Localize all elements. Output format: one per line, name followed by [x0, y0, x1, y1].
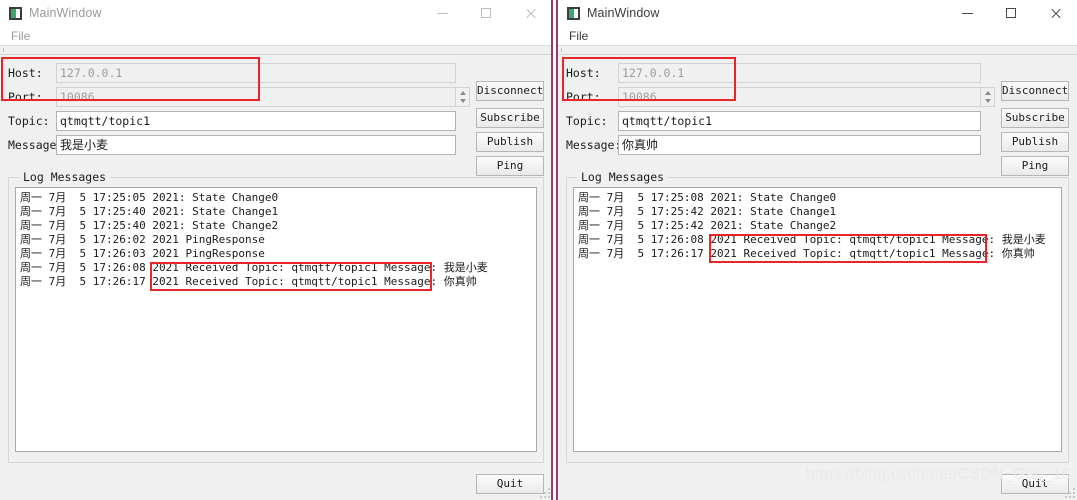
- port-row: Port: 10086: [8, 86, 544, 107]
- host-input[interactable]: 127.0.0.1: [56, 62, 456, 83]
- port-input[interactable]: 10086: [618, 86, 981, 107]
- disconnect-button[interactable]: Disconnect: [1001, 81, 1069, 101]
- window-controls-right: [945, 0, 1077, 26]
- log-line: 周一 7月 5 17:26:03 2021 PingResponse: [20, 247, 265, 260]
- log-line: 周一 7月 5 17:25:08 2021: State Change0: [578, 191, 837, 204]
- toolbar-strip: [0, 45, 552, 55]
- log-group-title: Log Messages: [19, 170, 111, 184]
- subscribe-button[interactable]: Subscribe: [476, 108, 544, 128]
- menu-item-file[interactable]: File: [566, 29, 591, 43]
- menubar-left: File: [0, 26, 552, 45]
- host-row: Host: 127.0.0.1: [566, 62, 1069, 83]
- minimize-icon: [961, 12, 973, 14]
- port-input[interactable]: 10086: [56, 86, 456, 107]
- window-controls-left: [420, 0, 552, 26]
- footer-left: Quit: [476, 474, 544, 494]
- log-line: 周一 7月 5 17:26:02 2021 PingResponse: [20, 233, 265, 246]
- log-line-list-right: 周一 7月 5 17:25:08 2021: State Change0 周一 …: [574, 188, 1061, 261]
- close-button[interactable]: [1033, 0, 1077, 26]
- topic-input[interactable]: qtmqtt/topic1: [618, 110, 981, 131]
- menu-item-file[interactable]: File: [8, 29, 33, 43]
- maximize-icon: [481, 8, 491, 18]
- port-label: Port:: [566, 89, 601, 104]
- app-square-icon: [567, 6, 580, 20]
- window-title: MainWindow: [29, 6, 102, 20]
- action-button-column-left: Disconnect Subscribe Publish Ping: [476, 69, 544, 180]
- screenshot-root: MainWindow File Host: 127.0.0.1 Port: 10…: [0, 0, 1077, 500]
- topic-row: Topic: qtmqtt/topic1: [566, 110, 1069, 131]
- toolbar-strip: [558, 45, 1077, 55]
- log-line: 周一 7月 5 17:25:40 2021: State Change2: [20, 219, 279, 232]
- port-label: Port:: [8, 89, 43, 104]
- topic-label: Topic:: [8, 113, 50, 128]
- mqtt-client-window-right: MainWindow File Host: 127.0.0.1 Port: 10…: [556, 0, 1077, 500]
- quit-button[interactable]: Quit: [476, 474, 544, 494]
- log-textarea-left[interactable]: 周一 7月 5 17:25:05 2021: State Change0 周一 …: [15, 187, 537, 452]
- message-row: Message: 我是小麦: [8, 134, 544, 155]
- log-messages-group-left: Log Messages 周一 7月 5 17:25:05 2021: Stat…: [8, 170, 544, 463]
- connection-form-right: Host: 127.0.0.1 Port: 10086 Topic: qtmqt…: [566, 62, 1069, 176]
- log-line: 周一 7月 5 17:25:42 2021: State Change1: [578, 205, 837, 218]
- close-icon: [525, 8, 536, 19]
- window-body-left: Host: 127.0.0.1 Port: 10086 Topic: qtmqt…: [0, 55, 552, 463]
- log-group-title: Log Messages: [577, 170, 669, 184]
- topic-input[interactable]: qtmqtt/topic1: [56, 110, 456, 131]
- message-label: Message:: [566, 137, 622, 152]
- port-row: Port: 10086: [566, 86, 1069, 107]
- log-line: 周一 7月 5 17:25:42 2021: State Change2: [578, 219, 837, 232]
- action-button-column-right: Disconnect Subscribe Publish Ping: [1001, 69, 1069, 180]
- topic-label: Topic:: [566, 113, 608, 128]
- host-label: Host:: [8, 65, 43, 80]
- ping-button[interactable]: Ping: [476, 156, 544, 176]
- window-title: MainWindow: [587, 6, 660, 20]
- host-label: Host:: [566, 65, 601, 80]
- ping-button[interactable]: Ping: [1001, 156, 1069, 176]
- minimize-icon: [436, 12, 448, 14]
- maximize-button[interactable]: [989, 0, 1033, 26]
- host-input[interactable]: 127.0.0.1: [618, 62, 981, 83]
- log-line: 周一 7月 5 17:26:17 2021 Received Topic: qt…: [20, 275, 477, 288]
- log-line: 周一 7月 5 17:25:05 2021: State Change0: [20, 191, 279, 204]
- app-square-icon: [9, 6, 22, 20]
- port-spinner[interactable]: [456, 86, 470, 107]
- resize-grip-icon[interactable]: [538, 486, 550, 498]
- message-row: Message: 你真帅: [566, 134, 1069, 155]
- log-line: 周一 7月 5 17:25:40 2021: State Change1: [20, 205, 279, 218]
- spinner-up-icon[interactable]: [985, 90, 991, 95]
- publish-button[interactable]: Publish: [476, 132, 544, 152]
- spinner-down-icon[interactable]: [460, 98, 466, 103]
- publish-button[interactable]: Publish: [1001, 132, 1069, 152]
- log-line: 周一 7月 5 17:26:08 2021 Received Topic: qt…: [578, 233, 1046, 246]
- port-spinner[interactable]: [981, 86, 995, 107]
- minimize-button[interactable]: [420, 0, 464, 26]
- window-body-right: Host: 127.0.0.1 Port: 10086 Topic: qtmqt…: [558, 55, 1077, 463]
- maximize-button[interactable]: [464, 0, 508, 26]
- minimize-button[interactable]: [945, 0, 989, 26]
- close-button[interactable]: [508, 0, 552, 26]
- disconnect-button[interactable]: Disconnect: [476, 81, 544, 101]
- mqtt-client-window-left: MainWindow File Host: 127.0.0.1 Port: 10…: [0, 0, 553, 500]
- log-messages-group-right: Log Messages 周一 7月 5 17:25:08 2021: Stat…: [566, 170, 1069, 463]
- log-textarea-right[interactable]: 周一 7月 5 17:25:08 2021: State Change0 周一 …: [573, 187, 1062, 452]
- log-line-list-left: 周一 7月 5 17:25:05 2021: State Change0 周一 …: [16, 188, 536, 289]
- menubar-right: File: [558, 26, 1077, 45]
- subscribe-button[interactable]: Subscribe: [1001, 108, 1069, 128]
- log-line: 周一 7月 5 17:26:17 2021 Received Topic: qt…: [578, 247, 1035, 260]
- host-row: Host: 127.0.0.1: [8, 62, 544, 83]
- topic-row: Topic: qtmqtt/topic1: [8, 110, 544, 131]
- connection-form-left: Host: 127.0.0.1 Port: 10086 Topic: qtmqt…: [8, 62, 544, 176]
- message-input[interactable]: 你真帅: [618, 134, 981, 155]
- watermark-text: https://blog.csdn.net/CSDN_Gao_16: [805, 466, 1071, 483]
- message-label: Message:: [8, 137, 64, 152]
- spinner-up-icon[interactable]: [460, 90, 466, 95]
- message-input[interactable]: 我是小麦: [56, 134, 456, 155]
- maximize-icon: [1006, 8, 1016, 18]
- spinner-down-icon[interactable]: [985, 98, 991, 103]
- close-icon: [1050, 8, 1061, 19]
- log-line: 周一 7月 5 17:26:08 2021 Received Topic: qt…: [20, 261, 488, 274]
- titlebar-right[interactable]: MainWindow: [558, 0, 1077, 26]
- resize-grip-icon[interactable]: [1063, 486, 1075, 498]
- window-edge-accent: [551, 0, 553, 500]
- titlebar-left[interactable]: MainWindow: [0, 0, 552, 26]
